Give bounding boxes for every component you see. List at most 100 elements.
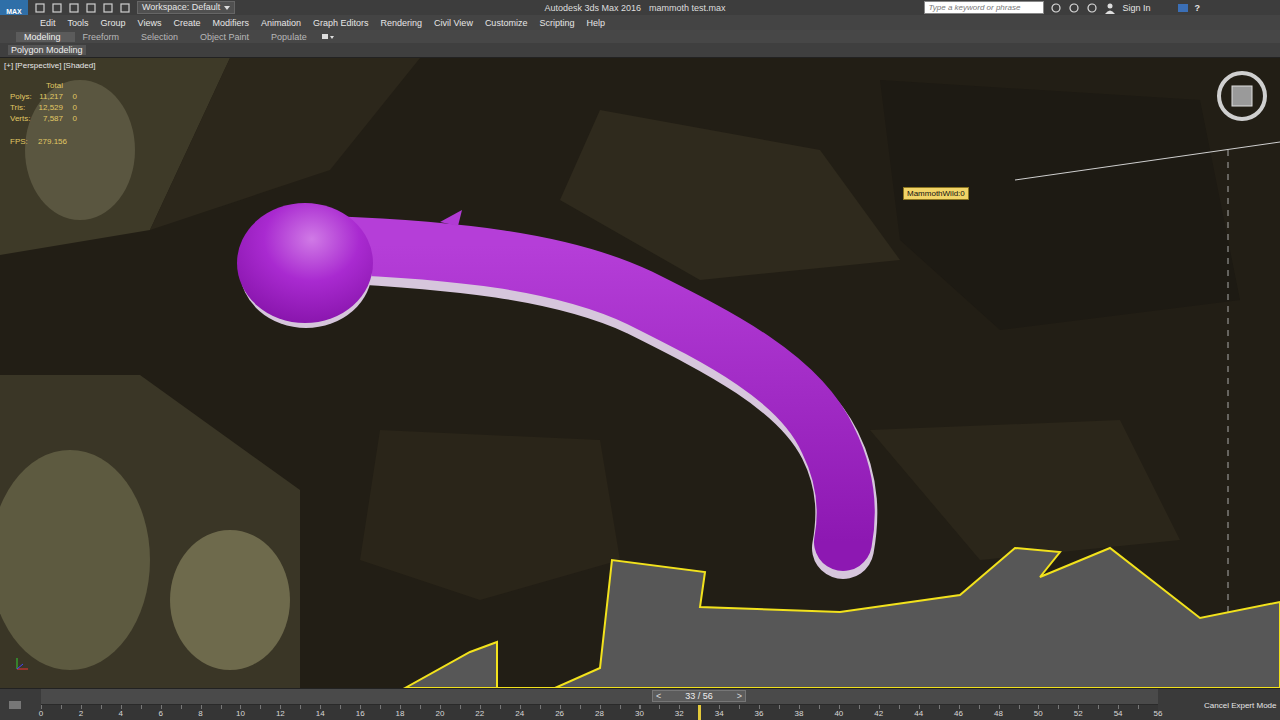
axis-tripod-icon	[14, 656, 30, 672]
help-button[interactable]: ?	[1195, 3, 1201, 13]
tick-label: 44	[914, 709, 923, 718]
viewport[interactable]: [+][Perspective][Shaded] Total Polys:11,…	[0, 58, 1280, 688]
tick-label: 4	[119, 709, 123, 718]
tick-label: 36	[755, 709, 764, 718]
exchange-icon[interactable]	[1177, 2, 1189, 14]
ribbon-panel-title[interactable]: Polygon Modeling	[8, 45, 86, 55]
title-bar: MAX Workspace: Default Autodesk 3ds Max …	[0, 0, 1280, 15]
tick-label: 2	[79, 709, 83, 718]
time-slider[interactable]: < 33 / 56 >	[41, 689, 1158, 705]
next-frame-button[interactable]: >	[737, 691, 742, 701]
menu-item[interactable]: Views	[132, 18, 168, 28]
tick-label: 32	[675, 709, 684, 718]
tick-label: 18	[396, 709, 405, 718]
cancel-expert-mode-button[interactable]: Cancel Expert Mode	[1204, 701, 1276, 710]
tick-label: 24	[515, 709, 524, 718]
cave-background	[0, 58, 1280, 688]
infocenter-icon[interactable]	[1068, 2, 1080, 14]
viewcube-icon[interactable]	[1214, 68, 1270, 124]
viewport-label[interactable]: [Shaded]	[63, 61, 95, 70]
tick-label: 20	[435, 709, 444, 718]
menu-item[interactable]: Help	[580, 18, 611, 28]
infocenter-icons: Sign In ?	[1050, 2, 1280, 14]
status-area: Cancel Expert Mode	[1200, 689, 1280, 720]
menu-item[interactable]: Scripting	[533, 18, 580, 28]
timeline-main: < 33 / 56 > 0246810121416182022242628303…	[30, 689, 1200, 720]
object-tooltip: MammothWild:0	[903, 187, 969, 200]
selection-ground	[405, 548, 1280, 688]
quick-access-icon[interactable]	[68, 2, 80, 14]
stat-row: Verts:7,5870	[10, 114, 77, 123]
tick-label: 28	[595, 709, 604, 718]
workspace-dropdown[interactable]: Workspace: Default	[137, 1, 235, 14]
quick-access-icon[interactable]	[51, 2, 63, 14]
stat-row: Polys:11,2170	[10, 92, 77, 101]
tick-label: 40	[834, 709, 843, 718]
ribbon-tabs: ModelingFreeformSelectionObject PaintPop…	[0, 30, 1280, 43]
ribbon-tab[interactable]: Populate	[263, 32, 321, 42]
tick-label: 8	[198, 709, 202, 718]
menu-item[interactable]: Civil View	[428, 18, 479, 28]
ribbon-panel-row: Polygon Modeling	[0, 43, 1280, 58]
mini-curve-editor-icon[interactable]	[8, 698, 22, 712]
time-slider-thumb[interactable]: < 33 / 56 >	[652, 690, 746, 702]
tick-label: 10	[236, 709, 245, 718]
menu-item[interactable]: Edit	[34, 18, 62, 28]
scene	[0, 58, 1280, 688]
tick-label: 22	[475, 709, 484, 718]
viewport-label[interactable]: [Perspective]	[15, 61, 61, 70]
app-logo[interactable]: MAX	[0, 0, 28, 15]
search-field[interactable]	[924, 1, 1044, 14]
tick-label: 48	[994, 709, 1003, 718]
stat-row: Tris:12,5290	[10, 103, 77, 112]
menu-item[interactable]: Tools	[62, 18, 95, 28]
tick-label: 42	[874, 709, 883, 718]
menu-item[interactable]: Group	[95, 18, 132, 28]
prev-frame-button[interactable]: <	[656, 691, 661, 701]
window-title: Autodesk 3ds Max 2016mammoth test.max	[241, 3, 918, 13]
menu-item[interactable]: Modifiers	[206, 18, 255, 28]
tick-label: 26	[555, 709, 564, 718]
tick-label: 34	[715, 709, 724, 718]
tick-label: 38	[795, 709, 804, 718]
tick-label: 16	[356, 709, 365, 718]
timeline-left	[0, 689, 30, 720]
ribbon-tab[interactable]: Modeling	[16, 32, 75, 42]
tick-label: 14	[316, 709, 325, 718]
quick-access-icon[interactable]	[34, 2, 46, 14]
sign-in-link[interactable]: Sign In	[1122, 3, 1150, 13]
menu-item[interactable]: Graph Editors	[307, 18, 375, 28]
viewport-label[interactable]: [+]	[4, 61, 13, 70]
infocenter-icon[interactable]	[1086, 2, 1098, 14]
statistics: Total Polys:11,2170Tris:12,5290Verts:7,5…	[10, 81, 77, 146]
menu-item[interactable]: Customize	[479, 18, 534, 28]
ribbon-tab[interactable]: Object Paint	[192, 32, 263, 42]
tick-label: 46	[954, 709, 963, 718]
timeline: < 33 / 56 > 0246810121416182022242628303…	[0, 688, 1280, 720]
tick-label: 54	[1114, 709, 1123, 718]
menu-bar: EditToolsGroupViewsCreateModifiersAnimat…	[0, 15, 1280, 30]
app-window: MAX Workspace: Default Autodesk 3ds Max …	[0, 0, 1280, 720]
ribbon-tab[interactable]: Selection	[133, 32, 192, 42]
tick-label: 50	[1034, 709, 1043, 718]
ribbon-tab[interactable]: Freeform	[75, 32, 134, 42]
menu-item[interactable]: Animation	[255, 18, 307, 28]
quick-access-toolbar	[34, 2, 131, 14]
quick-access-icon[interactable]	[102, 2, 114, 14]
ribbon-toggle-icon[interactable]	[321, 32, 335, 42]
mammoth-trunk-mesh[interactable]	[237, 203, 846, 548]
track-bar[interactable]: 0246810121416182022242628303234363840424…	[41, 705, 1158, 720]
menu-item[interactable]: Rendering	[375, 18, 429, 28]
infocenter-icon[interactable]	[1050, 2, 1062, 14]
tick-label: 56	[1154, 709, 1163, 718]
tick-label: 12	[276, 709, 285, 718]
caret-icon	[224, 6, 230, 10]
tick-label: 6	[158, 709, 162, 718]
tick-label: 30	[635, 709, 644, 718]
tick-label: 0	[39, 709, 43, 718]
menu-item[interactable]: Create	[167, 18, 206, 28]
fps-row: FPS:279.156	[10, 137, 77, 146]
quick-access-icon[interactable]	[85, 2, 97, 14]
current-frame-marker	[698, 705, 701, 720]
quick-access-icon[interactable]	[119, 2, 131, 14]
